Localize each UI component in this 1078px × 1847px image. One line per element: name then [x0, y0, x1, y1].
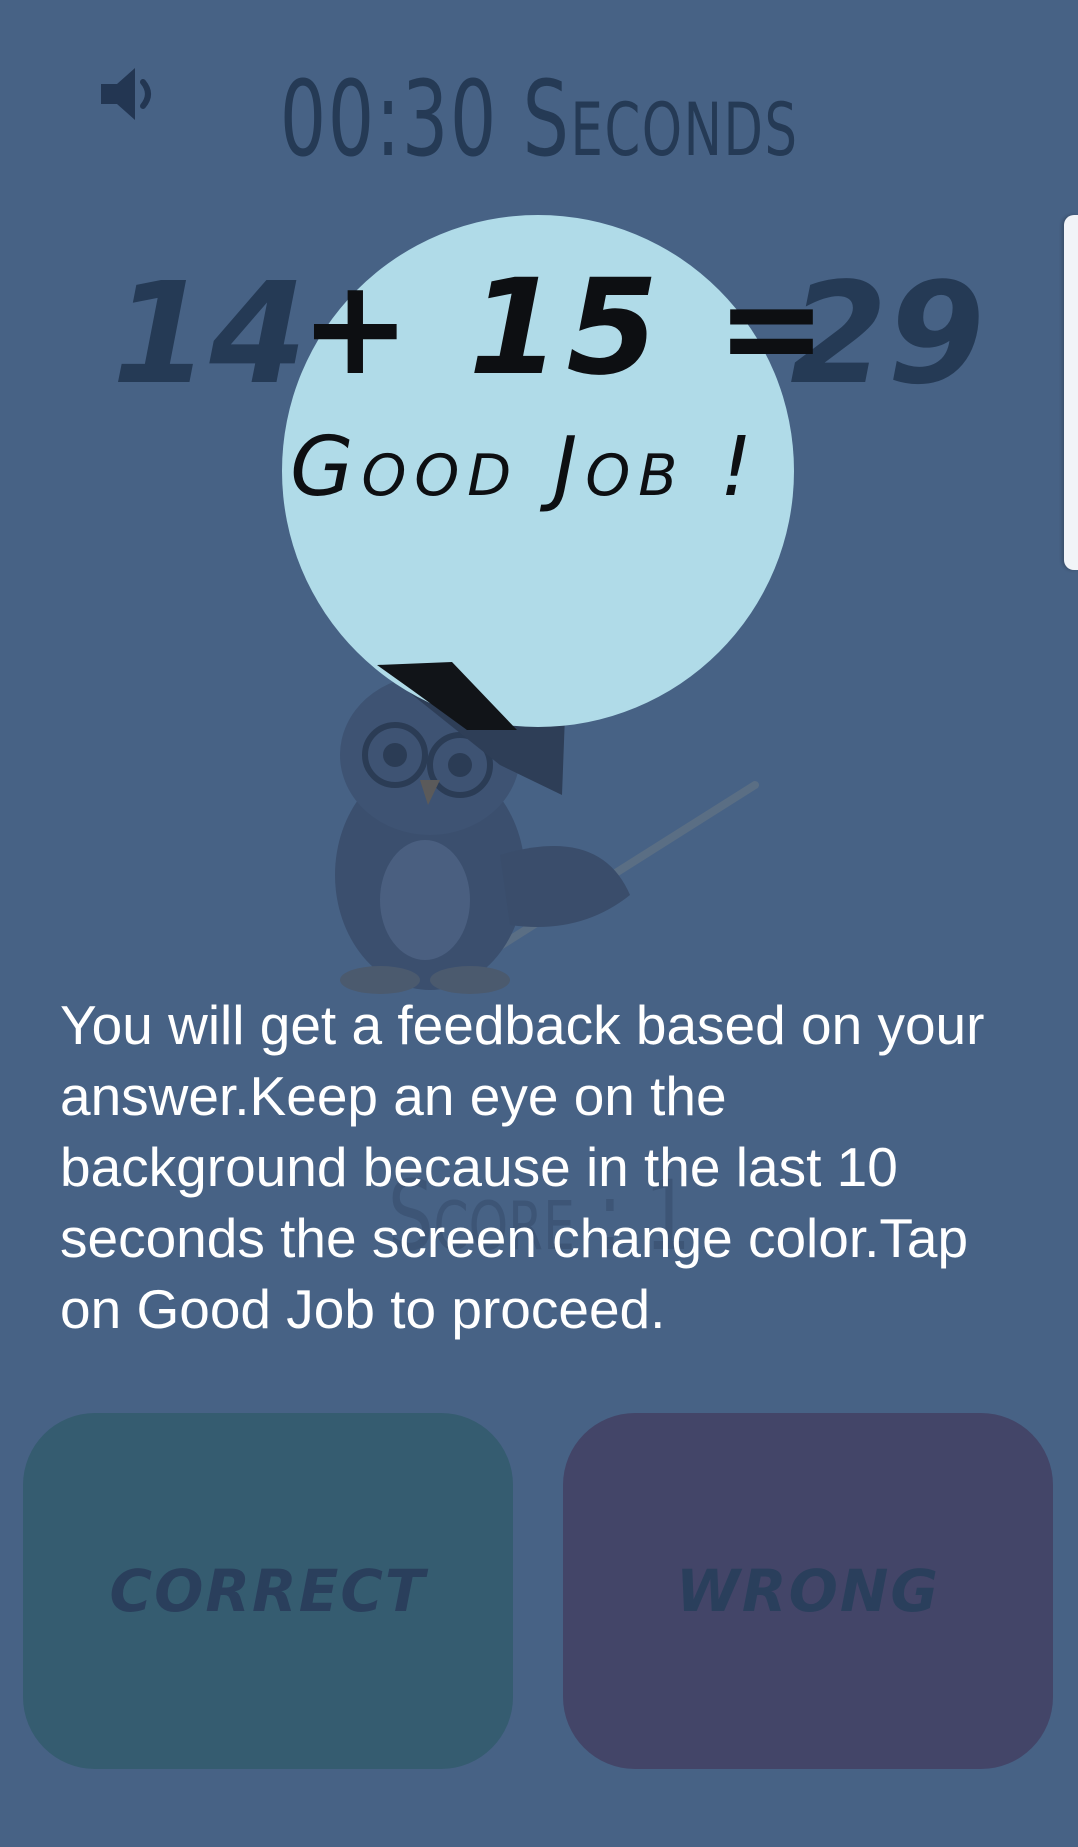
good-job-button[interactable]: Good Job !: [290, 420, 760, 515]
equation-operator-and-right-operand: + 15 =: [300, 251, 833, 405]
equation-left-operand: 14: [112, 253, 307, 416]
wrong-button[interactable]: WRONG: [563, 1413, 1053, 1769]
tutorial-instructions: You will get a feedback based on your an…: [60, 994, 985, 1340]
timer-label: 00:30 Seconds: [279, 58, 799, 180]
graduation-cap-icon: [372, 660, 562, 730]
edge-panel-handle[interactable]: [1064, 215, 1078, 570]
correct-button[interactable]: CORRECT: [23, 1413, 513, 1769]
